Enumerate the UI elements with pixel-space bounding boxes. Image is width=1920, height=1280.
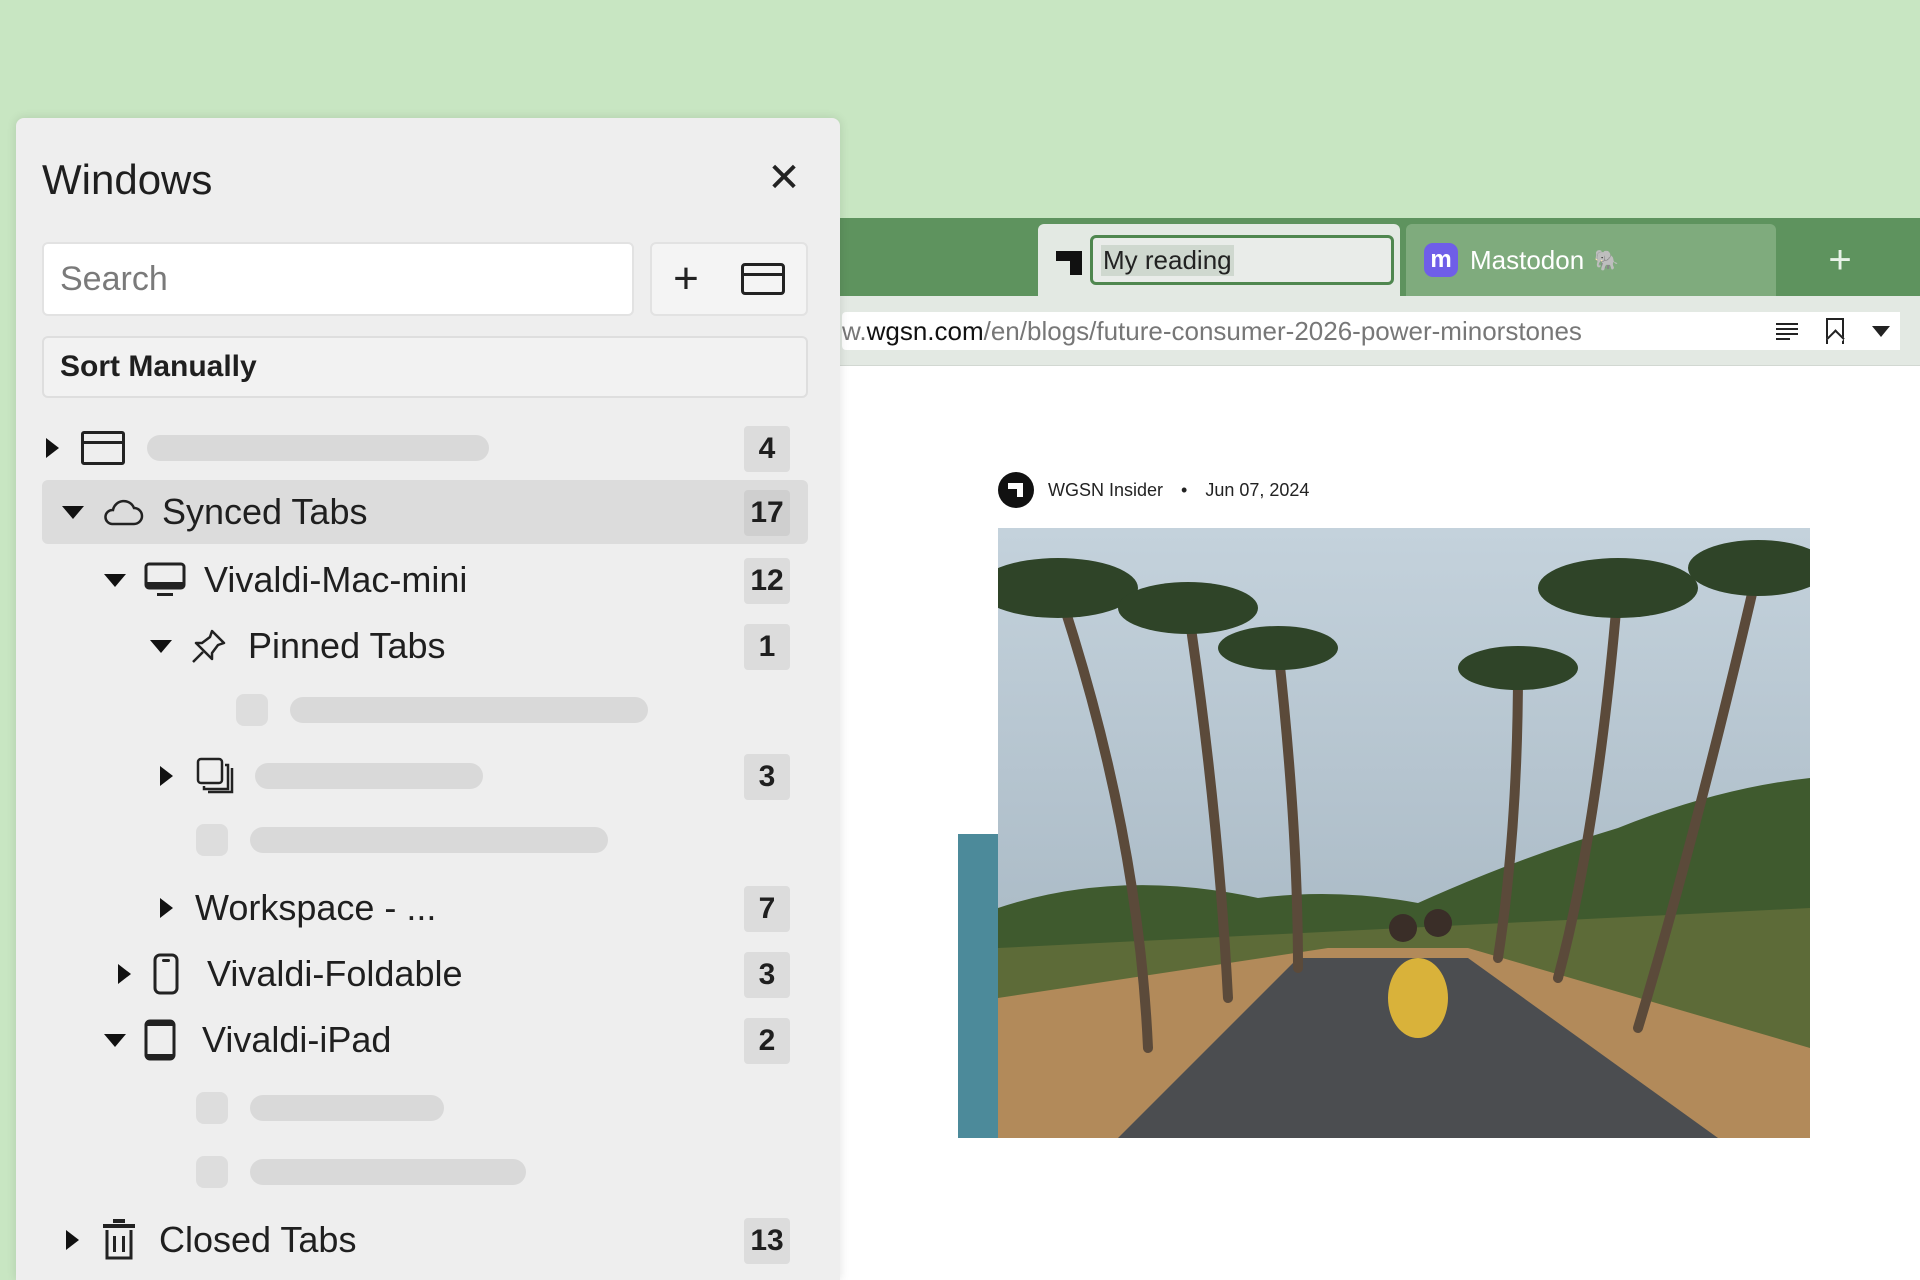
- tab-count-badge: 1: [744, 624, 790, 670]
- placeholder-label: [250, 1159, 526, 1185]
- tab-count-badge: 7: [744, 886, 790, 932]
- tab-count-badge: 17: [744, 490, 790, 536]
- tree-item-vivaldi-mac-mini[interactable]: Vivaldi-Mac-mini 12: [42, 548, 808, 612]
- tablet-icon: [144, 1019, 176, 1061]
- tab-title-text: Mastodon: [1470, 244, 1585, 275]
- search-input[interactable]: [42, 242, 634, 316]
- placeholder-label: [250, 827, 608, 853]
- window-icon: [81, 431, 125, 465]
- tab-mastodon[interactable]: m Mastodon 🐘: [1406, 224, 1776, 296]
- expand-arrow-icon[interactable]: [118, 964, 131, 984]
- cloud-icon: [102, 498, 144, 526]
- tree-item-label: Workspace - ...: [195, 887, 437, 928]
- collapse-arrow-icon[interactable]: [104, 1033, 126, 1047]
- favicon-placeholder: [236, 694, 268, 726]
- tree-item-vivaldi-foldable[interactable]: Vivaldi-Foldable 3: [42, 942, 808, 1006]
- add-icon[interactable]: +: [673, 257, 699, 301]
- collapse-arrow-icon[interactable]: [150, 639, 172, 653]
- address-bar-actions: [1766, 312, 1900, 350]
- tree-item-synced-tabs[interactable]: Synced Tabs 17: [42, 480, 808, 544]
- expand-arrow-icon[interactable]: [160, 766, 173, 786]
- favicon-placeholder: [196, 824, 228, 856]
- tab-title-text: My reading: [1101, 244, 1234, 276]
- placeholder-label: [250, 1095, 444, 1121]
- tree-item-label: Vivaldi-Mac-mini: [204, 559, 468, 600]
- placeholder-label: [290, 697, 648, 723]
- wgsn-logo-icon: [998, 472, 1034, 508]
- url-field[interactable]: w. wgsn.com/en/blogs/future-consumer-2026…: [842, 312, 1900, 350]
- tree-item-label: Synced Tabs: [162, 491, 368, 532]
- tab-my-reading[interactable]: My reading: [1038, 224, 1400, 296]
- collapse-arrow-icon[interactable]: [62, 505, 84, 519]
- tree-item-window[interactable]: 4: [42, 416, 808, 480]
- tree-item-closed-tabs[interactable]: Closed Tabs 13: [42, 1208, 808, 1272]
- panel-title: Windows: [42, 156, 213, 203]
- favicon-placeholder: [196, 1156, 228, 1188]
- trash-icon: [101, 1218, 137, 1262]
- tree-item-tab[interactable]: [42, 678, 808, 742]
- tree-item-pinned-tabs[interactable]: Pinned Tabs 1: [42, 614, 808, 678]
- mastodon-icon: m: [1424, 243, 1458, 277]
- pin-icon: [190, 627, 228, 665]
- windows-panel: Windows ✕ + Sort Manually 4 Synced Tabs …: [16, 118, 840, 1280]
- article-author[interactable]: WGSN Insider: [1048, 480, 1163, 501]
- expand-arrow-icon[interactable]: [160, 898, 173, 918]
- tree-item-vivaldi-ipad[interactable]: Vivaldi-iPad 2: [42, 1008, 808, 1072]
- reader-view-icon[interactable]: [1776, 323, 1798, 340]
- elephant-icon: 🐘: [1594, 249, 1620, 272]
- phone-icon: [153, 953, 179, 995]
- palm-road-photo: [998, 528, 1810, 1138]
- tab-count-badge: 4: [744, 426, 790, 472]
- chevron-down-icon[interactable]: [1872, 325, 1890, 337]
- close-button[interactable]: ✕: [764, 156, 804, 200]
- tree-item-label: Pinned Tabs: [248, 625, 446, 666]
- tab-bar: My reading m Mastodon 🐘 +: [830, 218, 1920, 296]
- tree-item-workspace[interactable]: Workspace - ... 7: [42, 876, 808, 940]
- tab-title-input[interactable]: My reading: [1090, 235, 1394, 285]
- tab-count-badge: 2: [744, 1018, 790, 1064]
- sort-dropdown[interactable]: Sort Manually: [42, 336, 808, 398]
- expand-arrow-icon[interactable]: [66, 1230, 79, 1250]
- tree-item-label: Closed Tabs: [159, 1219, 357, 1260]
- tab-count-badge: 13: [744, 1218, 790, 1264]
- placeholder-label: [147, 435, 489, 461]
- url-path: /en/blogs/future-consumer-2026-power-min…: [983, 315, 1582, 346]
- tab-count-badge: 3: [744, 952, 790, 998]
- tree-item-label: Vivaldi-Foldable: [207, 953, 463, 994]
- tree-item-tab[interactable]: [42, 1076, 808, 1140]
- tab-count-badge: 3: [744, 754, 790, 800]
- byline-separator: •: [1181, 479, 1188, 500]
- expand-arrow-icon[interactable]: [46, 438, 59, 458]
- new-window-icon[interactable]: [740, 263, 785, 295]
- favicon-placeholder: [196, 1092, 228, 1124]
- tab-count-badge: 12: [744, 558, 790, 604]
- article-byline: WGSN Insider • Jun 07, 2024: [998, 472, 1309, 508]
- url-prefix: w.: [842, 315, 867, 346]
- decorative-bar: [958, 834, 1002, 1138]
- panel-actions: +: [650, 242, 808, 316]
- monitor-icon: [144, 560, 186, 600]
- address-bar: w. wgsn.com/en/blogs/future-consumer-2026…: [830, 296, 1920, 366]
- bookmark-icon[interactable]: [1826, 318, 1844, 344]
- placeholder-label: [255, 763, 483, 789]
- collapse-arrow-icon[interactable]: [104, 573, 126, 587]
- tree-item-tab[interactable]: [42, 1140, 808, 1204]
- tab-stack-icon: [195, 756, 235, 796]
- browser-window: My reading m Mastodon 🐘 + w. wgsn.com/en/…: [830, 218, 1920, 1280]
- article-date: Jun 07, 2024: [1205, 479, 1310, 500]
- url-host: wgsn.com: [866, 315, 984, 346]
- wgsn-logo-icon: [1056, 247, 1082, 275]
- tree-item-tab-stack[interactable]: 3: [42, 744, 808, 808]
- tree-item-tab[interactable]: [42, 808, 808, 872]
- article-hero-image: [998, 528, 1810, 1138]
- new-tab-button[interactable]: +: [1790, 224, 1890, 296]
- tree-item-label: Vivaldi-iPad: [202, 1019, 392, 1060]
